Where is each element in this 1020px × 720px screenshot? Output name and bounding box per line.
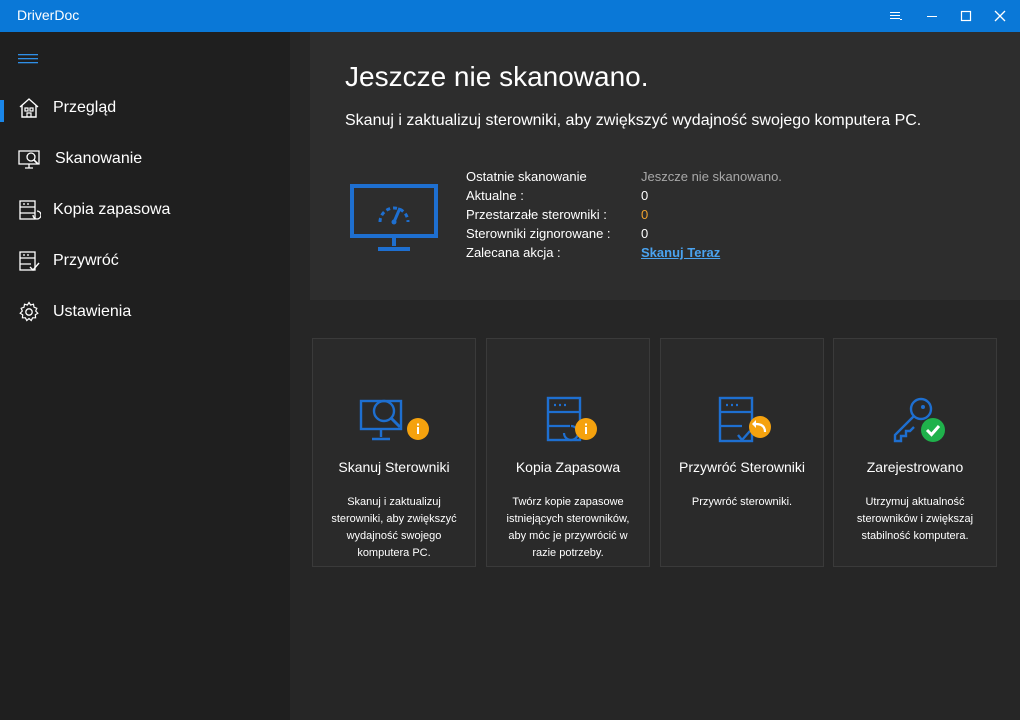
info-key: Aktualne : <box>466 188 524 203</box>
info-row-last-scan: Ostatnie skanowanie Jeszcze nie skanowan… <box>466 169 866 187</box>
sidebar-item-label: Kopia zapasowa <box>53 201 171 218</box>
monitor-gauge-icon <box>350 184 438 251</box>
undo-badge-icon <box>749 416 771 438</box>
info-value: Jeszcze nie skanowano. <box>641 169 782 184</box>
backup-drivers-icon <box>546 396 597 442</box>
sidebar-item-label: Przegląd <box>53 99 117 116</box>
card-title: Zarejestrowano <box>866 459 964 475</box>
sidebar-item-ustawienia[interactable]: Ustawienia <box>0 300 290 340</box>
home-icon <box>19 98 39 118</box>
info-key: Ostatnie skanowanie <box>466 169 587 184</box>
info-row-outdated: Przestarzałe sterowniki : 0 <box>466 207 866 225</box>
info-value: 0 <box>641 207 649 222</box>
info-value: 0 <box>641 188 649 203</box>
sidebar-item-label: Ustawienia <box>53 303 132 320</box>
card-backup[interactable]: Kopia Zapasowa Twórz kopie zapasowe istn… <box>486 338 650 567</box>
info-row-up-to-date: Aktualne : 0 <box>466 188 866 206</box>
restore-icon <box>19 251 40 272</box>
sidebar-item-label: Przywróć <box>53 252 119 269</box>
scan-status-panel: Jeszcze nie skanowano. Skanuj i zaktuali… <box>310 32 1020 300</box>
main-content: Jeszcze nie skanowano. Skanuj i zaktuali… <box>290 32 1020 720</box>
card-description: Twórz kopie zapasowe istniejących sterow… <box>506 496 630 559</box>
card-description: Skanuj i zaktualizuj sterowniki, aby zwi… <box>331 496 457 559</box>
page-subtitle: Skanuj i zaktualizuj sterowniki, aby zwi… <box>345 112 922 129</box>
minimize-button[interactable] <box>915 0 949 32</box>
hamburger-menu-icon[interactable] <box>18 52 40 66</box>
info-row-ignored: Sterowniki zignorowane : 0 <box>466 226 866 244</box>
window-title: DriverDoc <box>17 7 80 23</box>
menu-button[interactable] <box>879 0 913 32</box>
page-title: Jeszcze nie skanowano. <box>345 61 649 92</box>
card-title: Przywróć Sterowniki <box>678 459 806 475</box>
sidebar: Przegląd Skanowanie Kopia zapasowa Przyw… <box>0 32 290 720</box>
scan-drivers-icon <box>359 399 429 441</box>
gear-icon <box>19 301 39 322</box>
sidebar-item-przeglad[interactable]: Przegląd <box>0 96 290 136</box>
card-registered[interactable]: Zarejestrowano Utrzymuj aktualność stero… <box>833 338 997 567</box>
close-button[interactable] <box>983 0 1017 32</box>
scan-icon <box>18 150 40 169</box>
minimize-icon <box>927 16 937 17</box>
title-bar: DriverDoc <box>0 0 1020 32</box>
key-icon <box>893 397 945 443</box>
card-description: Przywróć sterowniki. <box>691 496 793 508</box>
maximize-icon <box>960 10 972 22</box>
info-badge-icon <box>575 418 597 440</box>
selected-indicator <box>0 100 4 122</box>
info-badge-icon <box>407 418 429 440</box>
info-key: Zalecana akcja : <box>466 245 561 260</box>
check-badge-icon <box>921 418 945 442</box>
info-row-recommended-action: Zalecana akcja : Skanuj Teraz <box>466 245 866 263</box>
info-key: Przestarzałe sterowniki : <box>466 207 607 222</box>
sidebar-item-skanowanie[interactable]: Skanowanie <box>0 147 290 187</box>
card-description: Utrzymuj aktualność sterowników i zwięks… <box>856 496 974 542</box>
backup-icon <box>19 200 41 220</box>
menu-lines-icon <box>890 12 902 20</box>
sidebar-item-przywroc[interactable]: Przywróć <box>0 249 290 289</box>
info-key: Sterowniki zignorowane : <box>466 226 611 241</box>
card-restore-drivers[interactable]: Przywróć Sterowniki Przywróć sterowniki. <box>660 338 824 567</box>
info-value: 0 <box>641 226 649 241</box>
card-scan-drivers[interactable]: Skanuj Sterowniki Skanuj i zaktualizuj s… <box>312 338 476 567</box>
sidebar-item-label: Skanowanie <box>55 150 143 167</box>
card-title: Skanuj Sterowniki <box>338 459 450 475</box>
close-icon <box>994 10 1006 22</box>
scan-now-link[interactable]: Skanuj Teraz <box>641 245 720 260</box>
card-title: Kopia Zapasowa <box>515 459 621 475</box>
restore-drivers-icon <box>718 396 771 443</box>
sidebar-item-kopia-zapasowa[interactable]: Kopia zapasowa <box>0 198 290 238</box>
maximize-button[interactable] <box>949 0 983 32</box>
